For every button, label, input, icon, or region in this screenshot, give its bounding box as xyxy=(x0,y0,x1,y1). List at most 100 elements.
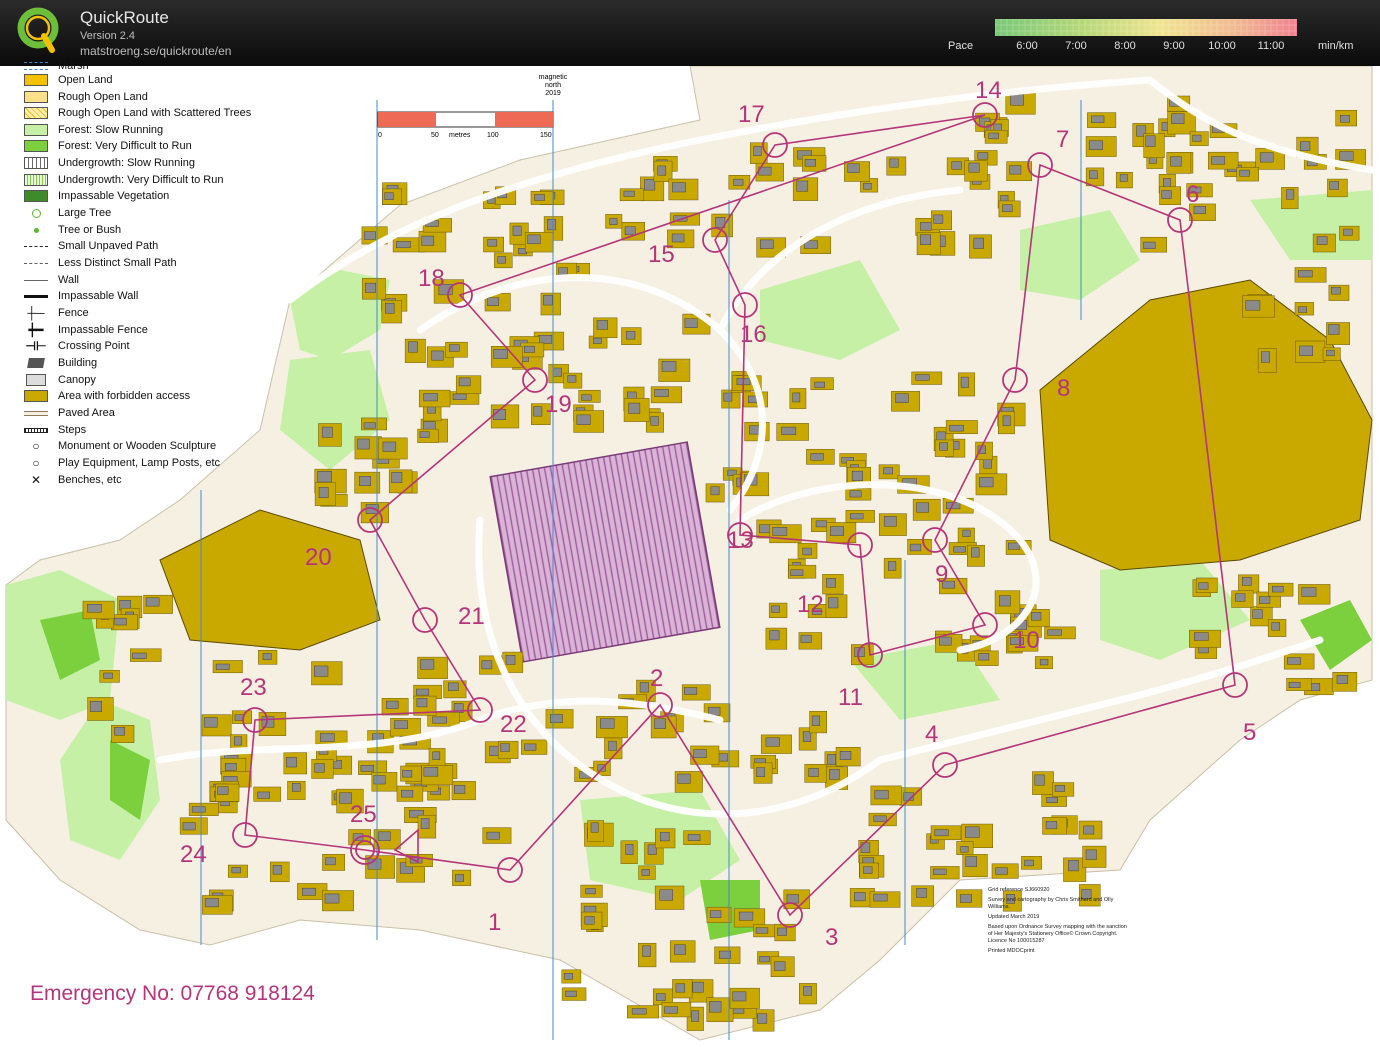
control-number: 7 xyxy=(1056,126,1069,153)
building xyxy=(547,219,557,231)
control-number: 20 xyxy=(305,544,332,571)
building xyxy=(365,282,376,293)
orienteering-map[interactable]: 1 2 3 4 5 6 7 8 9 10 11 12 13 14 15 16 1… xyxy=(0,66,1380,1047)
legend-label: Fence xyxy=(58,307,89,319)
app-url-link[interactable]: matstroeng.se/quickroute/en xyxy=(80,44,231,58)
building xyxy=(497,256,506,264)
legend-row: Undergrowth: Slow Running xyxy=(24,155,195,171)
building xyxy=(1339,114,1350,123)
building xyxy=(581,394,592,401)
building xyxy=(883,516,897,527)
building xyxy=(873,893,888,902)
legend-row: Building xyxy=(24,355,97,371)
building xyxy=(1331,286,1341,295)
building xyxy=(759,524,771,534)
building xyxy=(552,367,562,377)
legend-row: Forest: Very Difficult to Run xyxy=(24,138,192,154)
pace-color-scale xyxy=(995,19,1297,36)
control-number: 10 xyxy=(1013,627,1040,654)
building xyxy=(675,983,686,993)
pace-tick: 11:00 xyxy=(1257,40,1285,52)
building xyxy=(487,239,498,247)
control-number: 2 xyxy=(650,665,663,692)
building xyxy=(960,846,969,853)
legend-row: ○ Monument or Wooden Sculpture xyxy=(24,438,216,454)
credit-line: Grid reference SJ660920 xyxy=(988,887,1050,893)
pace-tick: 9:00 xyxy=(1163,40,1185,52)
building xyxy=(830,526,844,536)
marsh-symbol-icon xyxy=(24,62,48,70)
building xyxy=(753,146,762,157)
building xyxy=(543,294,553,306)
building xyxy=(786,894,799,904)
building xyxy=(1259,596,1271,604)
building xyxy=(1339,151,1354,161)
building xyxy=(524,743,537,751)
rough-open-land-swatch-icon xyxy=(24,91,48,103)
building xyxy=(1143,241,1156,249)
legend-label: Impassable Vegetation xyxy=(58,190,170,202)
building xyxy=(693,749,707,759)
building xyxy=(995,867,1008,875)
building xyxy=(888,561,897,571)
legend-label: Marsh xyxy=(58,60,89,72)
monument-symbol-icon: ○ xyxy=(32,439,40,453)
building xyxy=(1242,577,1252,586)
building xyxy=(988,132,999,140)
legend-label: Paved Area xyxy=(58,407,115,419)
building xyxy=(874,790,889,800)
legend-row: Paved Area xyxy=(24,405,115,421)
building xyxy=(1343,228,1353,236)
building xyxy=(1171,113,1185,124)
building xyxy=(641,869,650,876)
building xyxy=(1298,306,1308,313)
control-number: 11 xyxy=(838,684,863,711)
building xyxy=(781,426,797,435)
building xyxy=(261,716,275,728)
building xyxy=(1054,785,1065,792)
building xyxy=(650,416,659,426)
building xyxy=(317,471,332,483)
forest-very-difficult-swatch-icon xyxy=(24,140,48,152)
building xyxy=(625,844,634,855)
credit-line: Survey and cartography by Chris Smithard… xyxy=(988,897,1114,903)
building xyxy=(1300,141,1311,151)
scale-unit: metres xyxy=(449,132,471,139)
building xyxy=(808,768,819,777)
legend-row: Wall xyxy=(24,272,79,288)
legend-label: Play Equipment, Lamp Posts, etc xyxy=(58,457,221,469)
control-number: 18 xyxy=(418,265,445,292)
building xyxy=(217,786,229,795)
building xyxy=(851,470,863,481)
legend-row: Canopy xyxy=(24,372,96,388)
legend-row: ○ Play Equipment, Lamp Posts, etc xyxy=(24,455,220,471)
building xyxy=(895,393,909,403)
building xyxy=(889,158,899,168)
building xyxy=(953,546,966,553)
building xyxy=(416,698,428,708)
legend-row: Large Tree xyxy=(24,205,111,221)
scale-tick: 0 xyxy=(378,132,382,139)
building xyxy=(810,453,824,461)
control-number: 19 xyxy=(545,391,572,418)
building xyxy=(527,234,541,245)
building xyxy=(321,426,333,438)
building xyxy=(774,961,786,971)
building xyxy=(487,297,500,306)
building xyxy=(565,990,577,997)
canopy-symbol-icon xyxy=(24,374,48,386)
building xyxy=(772,527,788,536)
building xyxy=(756,767,765,777)
building xyxy=(1002,204,1013,213)
building xyxy=(1252,609,1263,619)
building xyxy=(455,874,464,882)
emergency-number: Emergency No: 07768 918124 xyxy=(30,982,315,1005)
building xyxy=(359,476,371,486)
building xyxy=(973,237,984,249)
pace-tick: 7:00 xyxy=(1065,40,1087,52)
building xyxy=(314,763,325,773)
legend-label: Small Unpaved Path xyxy=(58,240,159,252)
building xyxy=(378,831,391,841)
control-number: 22 xyxy=(500,711,527,738)
building xyxy=(1316,236,1328,245)
